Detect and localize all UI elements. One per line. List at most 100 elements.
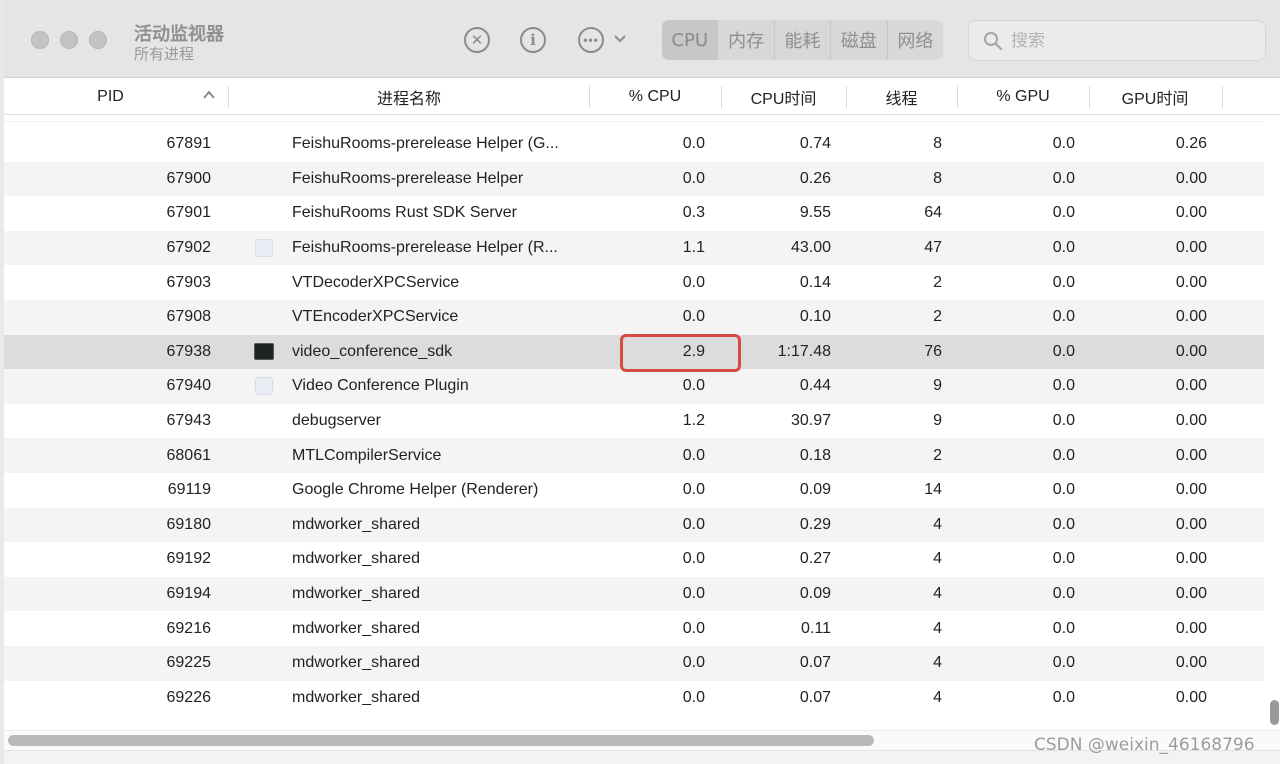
gpu-percent-cell: 0.0 bbox=[1052, 412, 1075, 430]
threads-cell: 4 bbox=[933, 585, 942, 603]
cpu-time-cell: 0.74 bbox=[799, 135, 831, 153]
pid-cell: 69226 bbox=[166, 688, 212, 706]
table-row[interactable]: 67901 FeishuRooms Rust SDK Server 0.3 9.55 6… bbox=[4, 196, 1264, 231]
table-row[interactable]: 67940 Video Conference Plugin 0.0 0.44 9 0.0 0… bbox=[4, 369, 1264, 404]
table-row[interactable]: 67900 FeishuRooms-prerelease Helper 0.0 0.2… bbox=[4, 161, 1264, 197]
stop-process-icon[interactable]: ✕ bbox=[464, 27, 490, 53]
table-row[interactable]: 67891 FeishuRooms-prerelease Helper (G...… bbox=[4, 127, 1264, 162]
gpu-time-cell: 0.00 bbox=[1175, 239, 1207, 257]
column-header-threads[interactable]: 线程 bbox=[847, 79, 956, 115]
generic-app-icon bbox=[255, 239, 273, 258]
cpu-percent-cell: 0.0 bbox=[682, 308, 705, 326]
process-name-cell: VTEncoderXPCService bbox=[292, 308, 459, 326]
cpu-percent-cell: 0.0 bbox=[682, 654, 705, 672]
process-name-cell: debugserver bbox=[292, 412, 381, 430]
threads-cell: 64 bbox=[924, 204, 942, 222]
zoom-window-button[interactable] bbox=[89, 31, 107, 49]
cpu-time-cell: 0.07 bbox=[799, 688, 831, 706]
threads-cell: 4 bbox=[933, 619, 942, 637]
table-row[interactable]: 69119 Google Chrome Helper (Renderer) 0.0 0… bbox=[4, 473, 1264, 508]
search-input[interactable] bbox=[1011, 27, 1251, 55]
table-row[interactable]: 69180 mdworker_shared 0.0 0.29 4 0.0 0.00 bbox=[4, 507, 1264, 543]
pid-cell: 67938 bbox=[166, 342, 212, 360]
sort-ascending-icon bbox=[203, 90, 215, 99]
pid-cell: 67902 bbox=[166, 239, 212, 257]
process-name-cell: FeishuRooms-prerelease Helper (G... bbox=[292, 135, 559, 153]
pid-cell: 67903 bbox=[166, 273, 212, 291]
column-header-pid[interactable]: PID bbox=[18, 79, 203, 115]
pid-cell: 68061 bbox=[166, 446, 212, 464]
vertical-scroll-thumb[interactable] bbox=[1270, 700, 1279, 725]
threads-cell: 4 bbox=[933, 515, 942, 533]
table-row[interactable]: 69225 mdworker_shared 0.0 0.07 4 0.0 0.00 bbox=[4, 646, 1264, 681]
pid-cell: 67940 bbox=[166, 377, 212, 395]
threads-cell: 47 bbox=[924, 239, 942, 257]
gpu-percent-cell: 0.0 bbox=[1052, 273, 1075, 291]
cpu-time-cell: 0.29 bbox=[799, 515, 831, 533]
ellipsis-icon[interactable]: ••• bbox=[578, 27, 604, 53]
cpu-percent-cell: 0.0 bbox=[682, 585, 705, 603]
generic-app-icon bbox=[255, 377, 273, 396]
table-row[interactable]: 69192 mdworker_shared 0.0 0.27 4 0.0 0.00 bbox=[4, 542, 1264, 577]
column-header-cpu[interactable]: % CPU bbox=[590, 79, 720, 115]
table-row[interactable]: 68061 MTLCompilerService 0.0 0.18 2 0.0 0.00 bbox=[4, 438, 1264, 473]
column-header-cpu-time[interactable]: CPU时间 bbox=[722, 79, 845, 115]
cpu-percent-cell: 0.0 bbox=[682, 135, 705, 153]
table-row[interactable]: 67903 VTDecoderXPCService 0.0 0.14 2 0.0 0.00 bbox=[4, 265, 1264, 300]
close-window-button[interactable] bbox=[31, 31, 49, 49]
cpu-time-cell: 0.18 bbox=[799, 446, 831, 464]
threads-cell: 9 bbox=[933, 412, 942, 430]
process-name-cell: mdworker_shared bbox=[292, 619, 421, 637]
generic-app-icon bbox=[254, 369, 274, 404]
cpu-time-cell: 43.00 bbox=[790, 239, 831, 257]
table-row[interactable]: 69216 mdworker_shared 0.0 0.11 4 0.0 0.00 bbox=[4, 611, 1264, 646]
search-box bbox=[968, 20, 1266, 61]
cpu-percent-cell: 0.0 bbox=[682, 550, 705, 568]
toolbar: 活动监视器 所有进程 ✕ i ••• CPU 内存 能耗 磁盘 网络 bbox=[4, 0, 1280, 78]
gpu-percent-cell: 0.0 bbox=[1052, 239, 1075, 257]
table-row[interactable]: 67902 FeishuRooms-prerelease Helper (R...… bbox=[4, 230, 1264, 266]
tab-cpu[interactable]: CPU bbox=[662, 20, 719, 60]
gpu-time-cell: 0.00 bbox=[1175, 273, 1207, 291]
tab-memory[interactable]: 内存 bbox=[718, 20, 775, 60]
partial-row bbox=[4, 115, 1264, 122]
gpu-time-cell: 0.00 bbox=[1175, 377, 1207, 395]
gpu-time-cell: 0.00 bbox=[1175, 446, 1207, 464]
minimize-window-button[interactable] bbox=[60, 31, 78, 49]
process-name-cell: mdworker_shared bbox=[292, 585, 421, 603]
threads-cell: 4 bbox=[933, 654, 942, 672]
column-header-gpu[interactable]: % GPU bbox=[958, 79, 1088, 115]
column-header-gpu-time[interactable]: GPU时间 bbox=[1090, 79, 1220, 115]
cpu-percent-cell: 0.0 bbox=[682, 481, 705, 499]
cpu-time-cell: 30.97 bbox=[790, 412, 831, 430]
info-icon[interactable]: i bbox=[520, 27, 546, 53]
cpu-percent-cell: 0.0 bbox=[682, 446, 705, 464]
process-name-cell: FeishuRooms-prerelease Helper (R... bbox=[292, 239, 558, 257]
table-row[interactable]: 69194 mdworker_shared 0.0 0.09 4 0.0 0.00 bbox=[4, 576, 1264, 612]
gpu-time-cell: 0.00 bbox=[1175, 585, 1207, 603]
horizontal-scroll-thumb[interactable] bbox=[8, 735, 874, 746]
column-header-name[interactable]: 进程名称 bbox=[229, 79, 589, 115]
pid-cell: 69194 bbox=[166, 585, 212, 603]
cpu-time-cell: 0.07 bbox=[799, 654, 831, 672]
table-row[interactable]: 67908 VTEncoderXPCService 0.0 0.10 2 0.0 0.00 bbox=[4, 300, 1264, 335]
table-row[interactable]: 67943 debugserver 1.2 30.97 9 0.0 0.00 bbox=[4, 404, 1264, 439]
process-name-cell: video_conference_sdk bbox=[292, 342, 453, 360]
threads-cell: 8 bbox=[933, 135, 942, 153]
pid-cell: 69216 bbox=[166, 619, 212, 637]
tab-energy[interactable]: 能耗 bbox=[775, 20, 832, 60]
threads-cell: 4 bbox=[933, 688, 942, 706]
chevron-down-icon[interactable] bbox=[613, 31, 627, 47]
threads-cell: 14 bbox=[924, 481, 942, 499]
process-name-cell: Video Conference Plugin bbox=[292, 377, 469, 395]
cpu-time-cell: 0.09 bbox=[799, 481, 831, 499]
process-name-cell: MTLCompilerService bbox=[292, 446, 442, 464]
process-name-cell: mdworker_shared bbox=[292, 688, 421, 706]
table-row[interactable]: 69226 mdworker_shared 0.0 0.07 4 0.0 0.00 bbox=[4, 681, 1264, 716]
pid-cell: 69225 bbox=[166, 654, 212, 672]
gpu-percent-cell: 0.0 bbox=[1052, 585, 1075, 603]
cpu-percent-cell: 0.3 bbox=[682, 204, 705, 222]
tab-disk[interactable]: 磁盘 bbox=[831, 20, 888, 60]
tab-network[interactable]: 网络 bbox=[888, 20, 943, 60]
pid-cell: 67908 bbox=[166, 308, 212, 326]
